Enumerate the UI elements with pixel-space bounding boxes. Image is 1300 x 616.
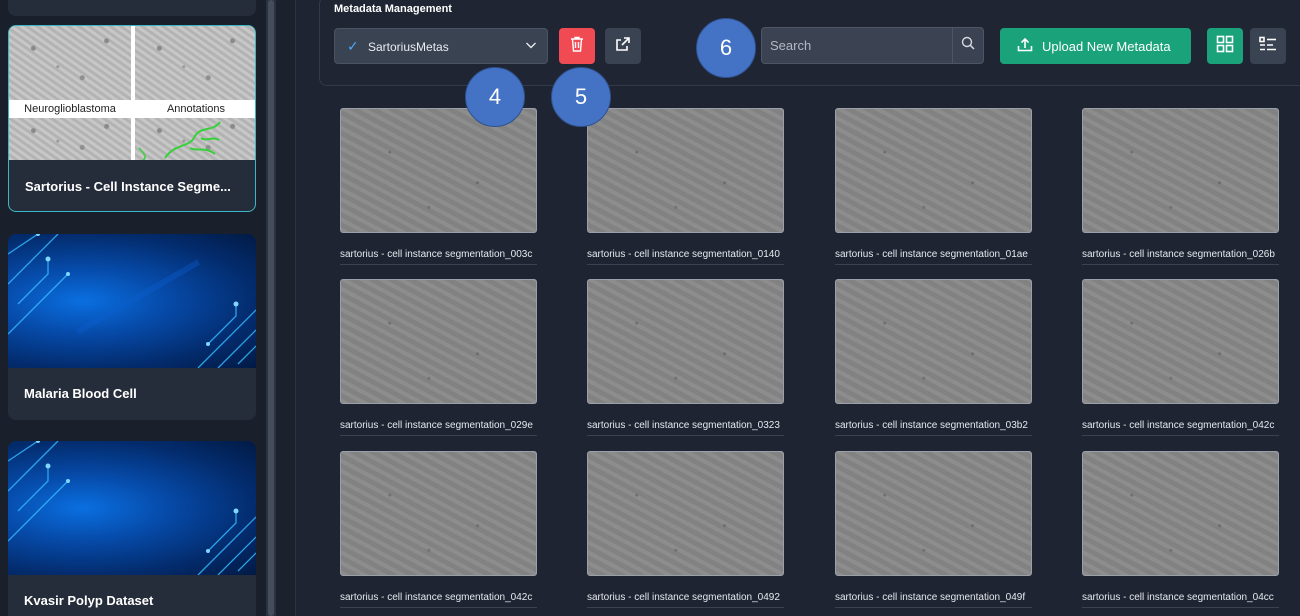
caption-underline <box>835 264 1032 265</box>
caption-underline <box>835 435 1032 436</box>
content-divider <box>276 0 296 616</box>
caption-underline <box>587 435 784 436</box>
dataset-thumbnail <box>8 234 256 369</box>
dataset-card-partial[interactable] <box>8 0 256 16</box>
caption-underline <box>587 607 784 608</box>
image-tile[interactable]: sartorius - cell instance segmentation_0… <box>835 279 1032 436</box>
main-content: Metadata Management ✓ SartoriusMetas Upl… <box>297 0 1300 616</box>
callout-marker: 6 <box>696 18 756 78</box>
image-filename: sartorius - cell instance segmentation_0… <box>340 592 533 603</box>
image-filename: sartorius - cell instance segmentation_0… <box>1082 592 1274 603</box>
open-external-button[interactable] <box>605 28 641 64</box>
dataset-title: Sartorius - Cell Instance Segme... <box>25 179 231 194</box>
image-tile[interactable]: sartorius - cell instance segmentation_0… <box>587 108 784 265</box>
image-tile[interactable]: sartorius - cell instance segmentation_0… <box>587 279 784 436</box>
metadata-select[interactable]: ✓ SartoriusMetas <box>334 28 548 64</box>
caption-underline <box>1082 264 1279 265</box>
dataset-card-kvasir[interactable]: Kvasir Polyp Dataset <box>8 441 256 616</box>
image-tile[interactable]: sartorius - cell instance segmentation_0… <box>835 451 1032 608</box>
check-icon: ✓ <box>347 38 359 54</box>
image-thumbnail[interactable] <box>340 108 537 233</box>
image-filename: sartorius - cell instance segmentation_0… <box>835 249 1028 260</box>
image-tile[interactable]: sartorius - cell instance segmentation_0… <box>1082 451 1279 608</box>
image-thumbnail[interactable] <box>1082 279 1279 404</box>
search-button[interactable] <box>952 28 983 63</box>
image-thumbnail[interactable] <box>340 279 537 404</box>
image-tile[interactable]: sartorius - cell instance segmentation_0… <box>1082 108 1279 265</box>
external-link-icon <box>615 36 631 57</box>
search-input[interactable] <box>762 28 952 63</box>
image-filename: sartorius - cell instance segmentation_0… <box>1082 420 1275 431</box>
grid-view-button[interactable] <box>1207 28 1243 64</box>
callout-marker: 5 <box>551 67 611 127</box>
sidebar-scrollbar-thumb[interactable] <box>268 0 274 616</box>
image-thumbnail[interactable] <box>1082 108 1279 233</box>
image-thumbnail[interactable] <box>1082 451 1279 576</box>
dataset-title: Malaria Blood Cell <box>24 386 137 401</box>
trash-icon <box>570 36 584 57</box>
caption-underline <box>1082 435 1279 436</box>
search-box <box>761 27 984 64</box>
dataset-thumbnail <box>8 441 256 576</box>
search-icon <box>961 36 975 55</box>
thumb-label-right: Annotations <box>135 101 255 117</box>
upload-icon <box>1017 37 1033 55</box>
callout-marker: 4 <box>465 67 525 127</box>
image-filename: sartorius - cell instance segmentation_0… <box>587 592 780 603</box>
upload-new-metadata-button[interactable]: Upload New Metadata <box>1000 28 1191 64</box>
image-thumbnail[interactable] <box>587 108 784 233</box>
image-filename: sartorius - cell instance segmentation_0… <box>340 420 533 431</box>
image-thumbnail[interactable] <box>587 279 784 404</box>
caption-underline <box>340 264 537 265</box>
list-view-icon <box>1259 36 1277 57</box>
image-tile[interactable]: sartorius - cell instance segmentation_0… <box>1082 279 1279 436</box>
image-thumbnail[interactable] <box>587 451 784 576</box>
thumb-label-left: Neuroglioblastoma <box>9 101 131 117</box>
image-tile[interactable]: sartorius - cell instance segmentation_0… <box>587 451 784 608</box>
image-filename: sartorius - cell instance segmentation_0… <box>587 420 780 431</box>
selected-metadata: SartoriusMetas <box>368 40 449 54</box>
image-filename: sartorius - cell instance segmentation_0… <box>1082 249 1275 260</box>
caption-underline <box>1082 607 1279 608</box>
image-filename: sartorius - cell instance segmentation_0… <box>835 420 1028 431</box>
image-tile[interactable]: sartorius - cell instance segmentation_0… <box>340 279 537 436</box>
dataset-thumbnail: Neuroglioblastoma Annotations <box>9 26 255 160</box>
caption-underline <box>587 264 784 265</box>
dataset-sidebar: Neuroglioblastoma Annotations Sartorius … <box>0 0 266 616</box>
caption-underline <box>835 607 1032 608</box>
image-thumbnail[interactable] <box>835 108 1032 233</box>
image-tile[interactable]: sartorius - cell instance segmentation_0… <box>340 451 537 608</box>
dataset-title: Kvasir Polyp Dataset <box>24 593 154 608</box>
image-filename: sartorius - cell instance segmentation_0… <box>340 249 533 260</box>
image-filename: sartorius - cell instance segmentation_0… <box>835 592 1026 603</box>
delete-metadata-button[interactable] <box>559 28 595 64</box>
grid-view-icon <box>1216 35 1234 58</box>
dataset-card-malaria[interactable]: Malaria Blood Cell <box>8 234 256 420</box>
image-thumbnail[interactable] <box>340 451 537 576</box>
section-title: Metadata Management <box>334 3 452 15</box>
upload-label: Upload New Metadata <box>1042 38 1171 54</box>
caption-underline <box>340 607 537 608</box>
dataset-card-sartorius[interactable]: Neuroglioblastoma Annotations Sartorius … <box>8 25 256 212</box>
chevron-down-icon <box>525 39 537 54</box>
image-thumbnail[interactable] <box>835 279 1032 404</box>
caption-underline <box>340 435 537 436</box>
image-tile[interactable]: sartorius - cell instance segmentation_0… <box>835 108 1032 265</box>
list-view-button[interactable] <box>1250 28 1286 64</box>
image-tile[interactable]: sartorius - cell instance segmentation_0… <box>340 108 537 265</box>
image-filename: sartorius - cell instance segmentation_0… <box>587 249 780 260</box>
image-thumbnail[interactable] <box>835 451 1032 576</box>
